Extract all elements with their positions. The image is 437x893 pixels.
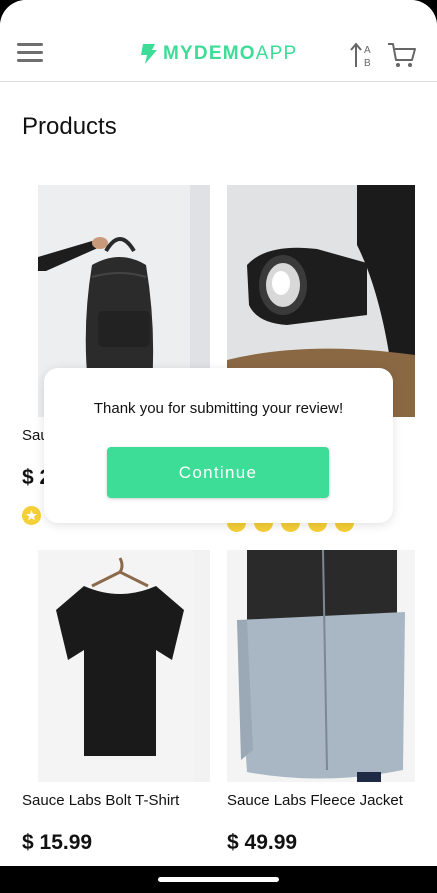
app-screen: MYDEMOAPP A B Products Sau $ 2 Sauce Lab… xyxy=(0,0,437,866)
fleece-jacket-image xyxy=(227,550,415,782)
product-price: $ 49.99 xyxy=(227,831,298,854)
home-indicator[interactable] xyxy=(158,877,279,882)
star-icon[interactable] xyxy=(22,506,41,525)
review-confirmation-dialog: Thank you for submitting your review! Co… xyxy=(44,368,393,523)
svg-text:A: A xyxy=(364,45,371,56)
svg-text:B: B xyxy=(364,58,371,69)
product-name[interactable]: Sauce Labs Bolt T-Shirt xyxy=(22,792,210,809)
continue-button[interactable]: Continue xyxy=(107,447,329,498)
menu-icon[interactable] xyxy=(17,43,44,65)
product-image-fleece-jacket[interactable] xyxy=(227,550,415,782)
logo-bolt-icon xyxy=(141,44,157,64)
tshirt-image xyxy=(22,550,194,782)
product-card-tshirt[interactable]: Sauce Labs Bolt T-Shirt $ 15.99 xyxy=(22,550,210,855)
product-image-tshirt[interactable] xyxy=(22,550,210,782)
product-card-fleece-jacket[interactable]: Sauce Labs Fleece Jacket $ 49.99 xyxy=(227,550,415,855)
page-title: Products xyxy=(22,113,117,140)
product-name[interactable]: Sauce Labs Fleece Jacket xyxy=(227,792,415,809)
logo-text-bold: MYDEMO xyxy=(163,43,256,64)
app-header: MYDEMOAPP A B xyxy=(0,0,437,82)
app-logo: MYDEMOAPP xyxy=(137,41,297,67)
logo-text-light: APP xyxy=(255,43,298,64)
sort-icon[interactable]: A B xyxy=(350,41,376,69)
product-price: $ 15.99 xyxy=(22,831,93,854)
dialog-message: Thank you for submitting your review! xyxy=(93,400,344,417)
cart-icon[interactable] xyxy=(387,41,417,69)
